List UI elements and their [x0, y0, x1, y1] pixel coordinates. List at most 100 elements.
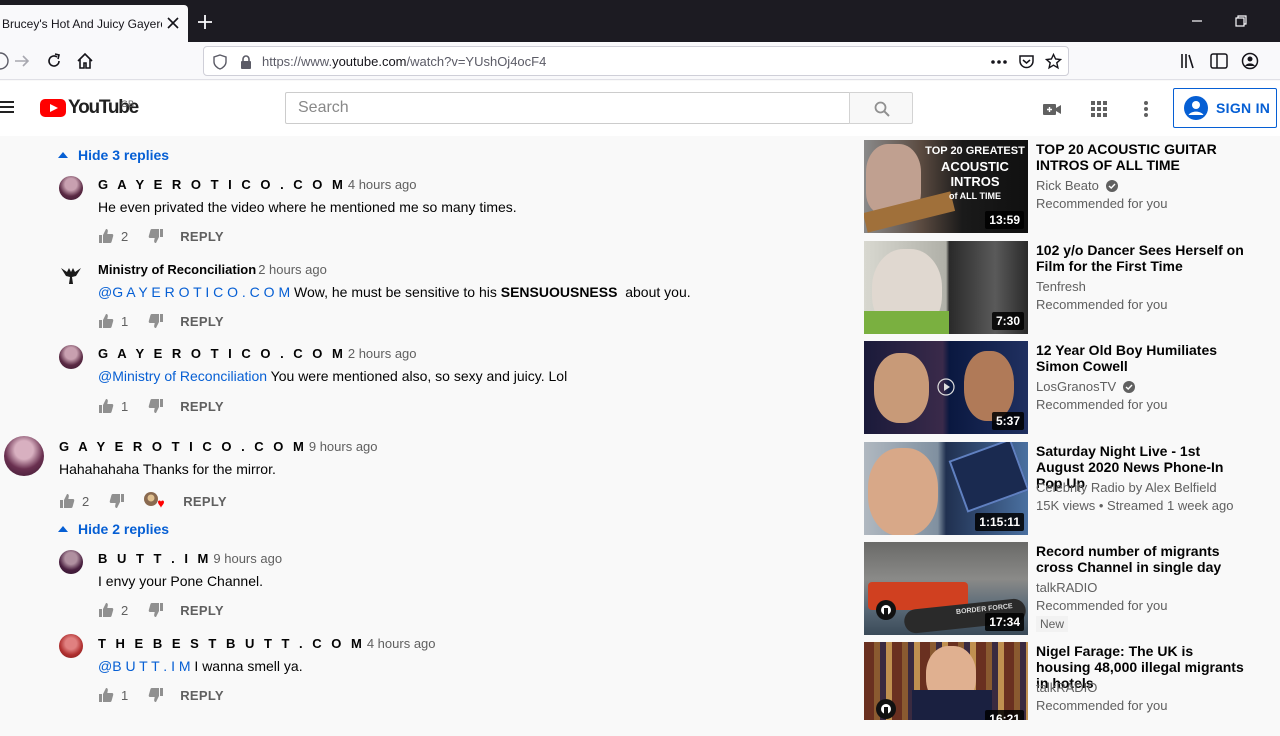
video-channel[interactable]: talkRADIO: [1036, 680, 1097, 695]
play-icon: [937, 378, 955, 396]
forward-icon[interactable]: [12, 51, 32, 71]
search-input[interactable]: [286, 93, 849, 123]
comment-author[interactable]: Ministry of Reconciliation: [98, 262, 256, 277]
avatar[interactable]: [4, 436, 44, 476]
chevron-up-icon: [58, 526, 68, 532]
create-video-icon[interactable]: [1041, 98, 1063, 120]
comment-time[interactable]: 2 hours ago: [348, 346, 417, 361]
sidebar-toggle-icon[interactable]: [1209, 51, 1229, 71]
hide-replies-toggle[interactable]: Hide 3 replies: [58, 147, 169, 163]
home-icon[interactable]: [75, 51, 95, 71]
reply-button[interactable]: REPLY: [180, 688, 224, 703]
recommended-video[interactable]: 1:15:11 Saturday Night Live - 1st August…: [864, 442, 1280, 536]
comment-author[interactable]: G A Y E R O T I C O . C O M: [59, 439, 307, 454]
video-title[interactable]: 102 y/o Dancer Sees Herself on Film for …: [1036, 242, 1246, 274]
comment-author[interactable]: G A Y E R O T I C O . C O M: [98, 177, 346, 192]
like-count: 1: [121, 398, 129, 414]
video-title[interactable]: 12 Year Old Boy Humiliates Simon Cowell: [1036, 342, 1246, 374]
library-icon[interactable]: [1178, 51, 1198, 71]
comment-time[interactable]: 2 hours ago: [258, 262, 327, 277]
eagle-avatar-icon[interactable]: [59, 262, 83, 286]
video-channel[interactable]: Rick Beato: [1036, 178, 1118, 193]
comment-time[interactable]: 4 hours ago: [367, 636, 436, 651]
video-title[interactable]: TOP 20 ACOUSTIC GUITAR INTROS OF ALL TIM…: [1036, 141, 1246, 173]
shield-icon[interactable]: [212, 54, 228, 70]
reply-button[interactable]: REPLY: [180, 314, 224, 329]
reply-button[interactable]: REPLY: [180, 603, 224, 618]
mention-link[interactable]: @G A Y E R O T I C O . C O M: [98, 284, 290, 300]
video-thumbnail[interactable]: 16:21: [864, 642, 1028, 720]
comment-text-part: I wanna smell ya.: [190, 658, 303, 674]
comment-time[interactable]: 4 hours ago: [348, 177, 417, 192]
url-bar[interactable]: https://www.youtube.com/watch?v=YUshOj4o…: [203, 46, 1069, 76]
reply-button[interactable]: REPLY: [180, 399, 224, 414]
url-text[interactable]: https://www.youtube.com/watch?v=YUshOj4o…: [262, 54, 546, 69]
minimize-icon[interactable]: [1188, 12, 1206, 30]
comment-time[interactable]: 9 hours ago: [309, 439, 378, 454]
pocket-icon[interactable]: [1018, 53, 1035, 70]
avatar[interactable]: [59, 634, 83, 658]
menu-icon[interactable]: [0, 99, 16, 115]
thumbnail-face: [964, 351, 1014, 421]
like-icon[interactable]: [98, 313, 114, 329]
avatar[interactable]: [59, 176, 83, 200]
video-thumbnail[interactable]: 1:15:11: [864, 442, 1028, 535]
video-channel[interactable]: Tenfresh: [1036, 279, 1086, 294]
video-channel[interactable]: LosGranosTV: [1036, 379, 1135, 394]
apps-grid-icon[interactable]: [1088, 98, 1110, 120]
comment-time[interactable]: 9 hours ago: [213, 551, 282, 566]
talkradio-logo-icon: [876, 699, 896, 719]
like-icon[interactable]: [98, 602, 114, 618]
video-thumbnail[interactable]: 5:37: [864, 341, 1028, 434]
like-icon[interactable]: [98, 228, 114, 244]
search-box[interactable]: [285, 92, 850, 124]
sign-in-label: SIGN IN: [1216, 100, 1271, 116]
recommended-video[interactable]: 16:21 Nigel Farage: The UK is housing 48…: [864, 642, 1280, 736]
tab-close-icon[interactable]: [166, 16, 180, 30]
recommended-video[interactable]: 7:30 102 y/o Dancer Sees Herself on Film…: [864, 241, 1280, 335]
video-channel[interactable]: Celebrity Radio by Alex Belfield: [1036, 480, 1217, 495]
recommended-video[interactable]: 5:37 12 Year Old Boy Humiliates Simon Co…: [864, 341, 1280, 435]
dislike-icon[interactable]: [148, 602, 164, 618]
account-icon[interactable]: [1240, 51, 1260, 71]
comment-text: @Ministry of Reconciliation You were men…: [98, 368, 567, 384]
mention-link[interactable]: @Ministry of Reconciliation: [98, 368, 267, 384]
search-button[interactable]: [849, 92, 913, 124]
avatar[interactable]: [59, 345, 83, 369]
like-icon[interactable]: [98, 398, 114, 414]
video-thumbnail[interactable]: BORDER FORCE 17:34: [864, 542, 1028, 635]
hide-replies-toggle[interactable]: Hide 2 replies: [58, 521, 169, 537]
dislike-icon[interactable]: [109, 493, 125, 509]
video-meta: Recommended for you: [1036, 297, 1168, 312]
reply-button[interactable]: REPLY: [180, 229, 224, 244]
comment-author[interactable]: G A Y E R O T I C O . C O M: [98, 346, 346, 361]
verified-icon: [1105, 180, 1118, 192]
video-channel[interactable]: talkRADIO: [1036, 580, 1097, 595]
browser-tab[interactable]: Brucey's Hot And Juicy Gayerot: [0, 5, 188, 42]
sign-in-button[interactable]: SIGN IN: [1173, 88, 1277, 128]
lock-icon[interactable]: [239, 54, 253, 70]
dislike-icon[interactable]: [148, 398, 164, 414]
page-actions-icon[interactable]: [990, 54, 1008, 70]
thumbnail-suit: [912, 690, 992, 720]
reload-icon[interactable]: [44, 51, 64, 71]
more-vert-icon[interactable]: [1135, 98, 1157, 120]
restore-icon[interactable]: [1232, 12, 1250, 30]
video-thumbnail[interactable]: 7:30: [864, 241, 1028, 334]
avatar[interactable]: [59, 550, 83, 574]
new-tab-icon[interactable]: [196, 13, 214, 31]
recommended-video[interactable]: TOP 20 GREATEST ACOUSTIC INTROS of ALL T…: [864, 140, 1280, 234]
bookmark-star-icon[interactable]: [1045, 53, 1062, 70]
reply-button[interactable]: REPLY: [183, 494, 227, 509]
mention-link[interactable]: @B U T T . I M: [98, 658, 191, 674]
comment-author[interactable]: B U T T . I M: [98, 551, 211, 566]
dislike-icon[interactable]: [148, 228, 164, 244]
dislike-icon[interactable]: [148, 313, 164, 329]
video-thumbnail[interactable]: TOP 20 GREATEST ACOUSTIC INTROS of ALL T…: [864, 140, 1028, 233]
dislike-icon[interactable]: [148, 687, 164, 703]
video-title[interactable]: Record number of migrants cross Channel …: [1036, 543, 1246, 575]
recommended-video[interactable]: BORDER FORCE 17:34 Record number of migr…: [864, 542, 1280, 636]
comment-author[interactable]: T H E B E S T B U T T . C O M: [98, 636, 365, 651]
like-icon[interactable]: [98, 687, 114, 703]
like-icon[interactable]: [59, 493, 75, 509]
